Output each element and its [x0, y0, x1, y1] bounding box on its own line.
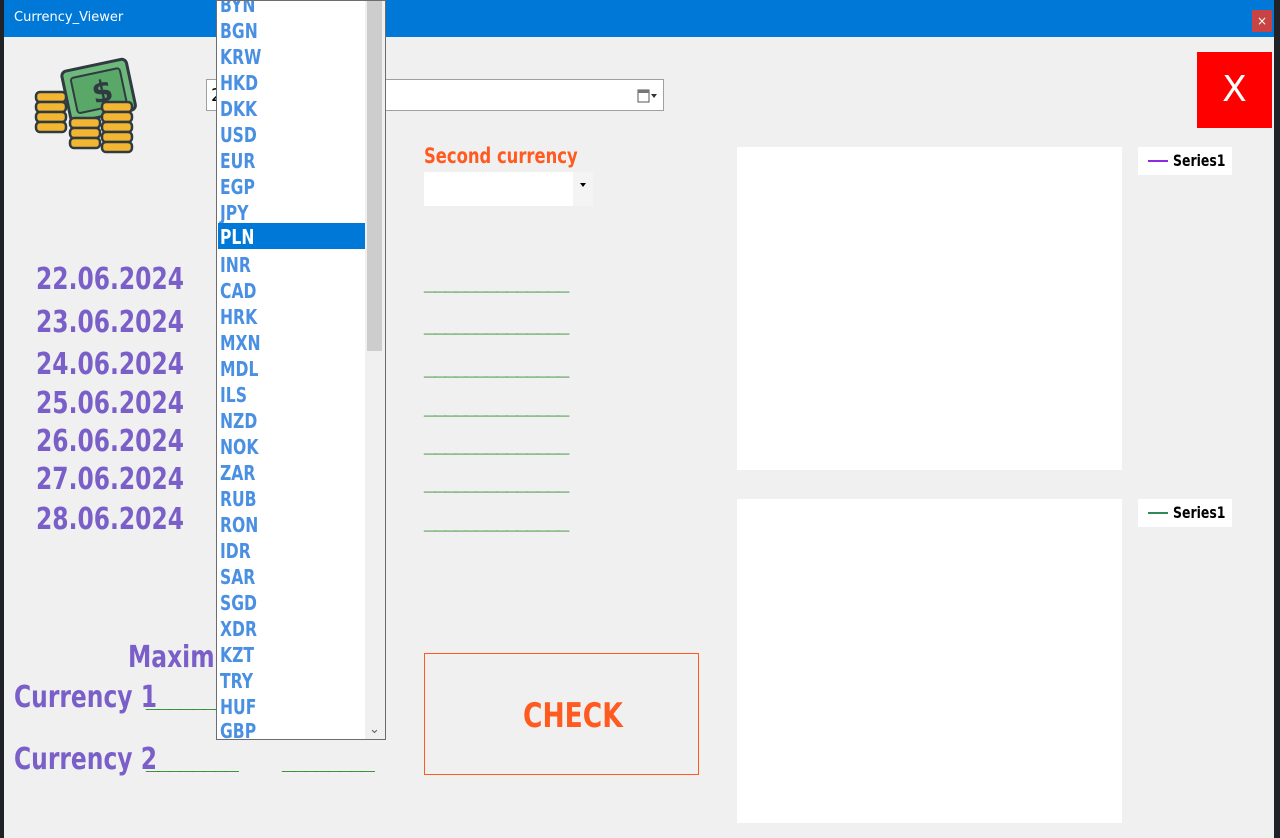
- currency-dropdown-list[interactable]: BYN BGN KRW HKD DKK USD EUR EGP JPY PLN …: [216, 0, 386, 740]
- scroll-down-arrow-icon[interactable]: ⌄: [369, 721, 380, 737]
- check-button-label: CHECK: [523, 696, 623, 736]
- date-label: 25.06.2024: [36, 386, 185, 421]
- dropdown-item[interactable]: NOK: [218, 433, 365, 459]
- rate-value: ______________: [424, 432, 569, 457]
- legend-swatch: [1148, 512, 1168, 514]
- currency-2-value: ________: [146, 748, 239, 775]
- dropdown-item[interactable]: BYN: [218, 1, 365, 17]
- date-label: 26.06.2024: [36, 424, 185, 459]
- dropdown-item[interactable]: KZT: [218, 641, 365, 667]
- dropdown-item[interactable]: INR: [218, 251, 365, 277]
- exit-button[interactable]: X: [1197, 52, 1272, 128]
- currency-2-label: Currency 2: [14, 742, 157, 777]
- date-label: 28.06.2024: [36, 502, 185, 537]
- titlebar-close-button[interactable]: ×: [1252, 10, 1272, 32]
- rate-value: ______________: [424, 355, 569, 380]
- dropdown-item[interactable]: DKK: [218, 95, 365, 121]
- dropdown-item[interactable]: ZAR: [218, 459, 365, 485]
- second-currency-dropdown-button[interactable]: [573, 172, 593, 206]
- rate-value: ______________: [424, 470, 569, 495]
- date-label: 27.06.2024: [36, 462, 185, 497]
- dropdown-item[interactable]: SGD: [218, 589, 365, 615]
- chart-legend-bottom: Series1: [1138, 499, 1232, 527]
- chevron-down-icon: [580, 183, 586, 187]
- dropdown-item[interactable]: JPY: [218, 199, 365, 225]
- legend-label: Series1: [1173, 503, 1226, 522]
- rate-value: ______________: [424, 312, 569, 337]
- date-label: 23.06.2024: [36, 305, 185, 340]
- legend-label: Series1: [1173, 151, 1226, 170]
- chart-legend-top: Series1: [1138, 147, 1232, 175]
- dropdown-item[interactable]: TRY: [218, 667, 365, 693]
- dropdown-item[interactable]: SAR: [218, 563, 365, 589]
- calendar-dropdown-icon[interactable]: [637, 88, 659, 104]
- dropdown-item[interactable]: RUB: [218, 485, 365, 511]
- dropdown-item[interactable]: RON: [218, 511, 365, 537]
- rate-value: ______________: [424, 270, 569, 295]
- dropdown-item[interactable]: MDL: [218, 355, 365, 381]
- currency-2-value: ________: [282, 748, 375, 775]
- dropdown-item[interactable]: GBP: [218, 717, 365, 739]
- check-button[interactable]: CHECK: [424, 653, 699, 775]
- date-label: 24.06.2024: [36, 347, 185, 382]
- desktop-background-right: [1274, 0, 1280, 838]
- dropdown-item[interactable]: BGN: [218, 17, 365, 43]
- dropdown-item[interactable]: USD: [218, 121, 365, 147]
- date-label: 22.06.2024: [36, 262, 185, 297]
- dropdown-item[interactable]: EUR: [218, 147, 365, 173]
- legend-swatch: [1148, 160, 1168, 162]
- chart-area-bottom: [737, 499, 1122, 823]
- dropdown-item[interactable]: CAD: [218, 277, 365, 303]
- dropdown-item[interactable]: HRK: [218, 303, 365, 329]
- currency-viewer-window: Currency_Viewer × $ 2: [4, 0, 1274, 838]
- window-title: Currency_Viewer: [14, 10, 124, 25]
- title-bar[interactable]: Currency_Viewer ×: [4, 0, 1274, 37]
- scrollbar-thumb[interactable]: [367, 1, 382, 351]
- second-currency-label: Second currency: [424, 144, 578, 168]
- money-logo-icon: $: [34, 57, 137, 154]
- dropdown-item[interactable]: EGP: [218, 173, 365, 199]
- second-currency-select[interactable]: [424, 172, 593, 206]
- dropdown-item[interactable]: MXN: [218, 329, 365, 355]
- rate-value: ______________: [424, 394, 569, 419]
- dropdown-item[interactable]: XDR: [218, 615, 365, 641]
- dropdown-item-selected[interactable]: PLN: [218, 223, 365, 249]
- dropdown-item[interactable]: IDR: [218, 537, 365, 563]
- dropdown-item[interactable]: NZD: [218, 407, 365, 433]
- dropdown-item[interactable]: ILS: [218, 381, 365, 407]
- rate-value: ______________: [424, 509, 569, 534]
- currency-1-label: Currency 1: [14, 680, 157, 715]
- dropdown-item[interactable]: HUF: [218, 693, 365, 719]
- dropdown-item[interactable]: KRW: [218, 43, 365, 69]
- chart-area-top: [737, 147, 1122, 470]
- dropdown-item[interactable]: HKD: [218, 69, 365, 95]
- dropdown-scrollbar[interactable]: ⌄: [365, 1, 385, 739]
